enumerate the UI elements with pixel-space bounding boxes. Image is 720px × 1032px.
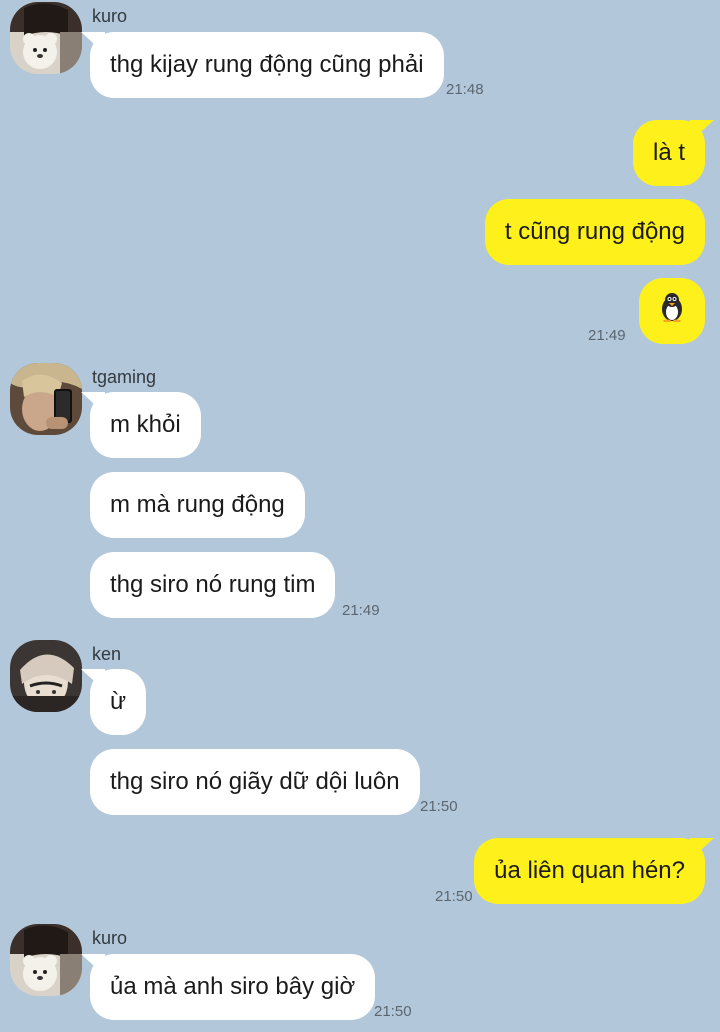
avatar-tgaming[interactable] — [10, 363, 82, 435]
message-bubble[interactable]: ừ — [90, 669, 147, 735]
message-timestamp: 21:49 — [342, 602, 380, 619]
avatar-kuro[interactable] — [10, 924, 82, 996]
message-timestamp: 21:49 — [588, 327, 626, 344]
avatar-ken[interactable] — [10, 640, 82, 712]
message-bubble[interactable]: thg siro nó giãy dữ dội luôn — [90, 749, 420, 815]
message-bubble[interactable]: m khỏi — [90, 392, 201, 458]
message-bubble[interactable]: ủa mà anh siro bây giờ — [90, 954, 376, 1020]
sender-name: kuro — [92, 6, 128, 26]
sender-name: kuro — [92, 928, 128, 948]
message-bubble-emoji[interactable] — [639, 278, 705, 344]
message-bubble[interactable]: là t — [632, 120, 705, 186]
message-timestamp: 21:50 — [435, 888, 473, 905]
message-bubble[interactable]: ủa liên quan hén? — [474, 838, 705, 904]
sender-name: tgaming — [92, 367, 157, 387]
message-timestamp: 21:50 — [374, 1003, 412, 1020]
avatar-kuro[interactable] — [10, 2, 82, 74]
message-bubble[interactable]: thg siro nó rung tim — [90, 552, 336, 618]
sender-name: ken — [92, 644, 122, 664]
message-bubble[interactable]: thg kijay rung động cũng phải — [90, 32, 444, 98]
message-timestamp: 21:50 — [420, 798, 458, 815]
penguin-icon — [659, 293, 685, 328]
message-bubble[interactable]: m mà rung động — [90, 472, 305, 538]
message-timestamp: 21:48 — [446, 81, 484, 98]
message-bubble[interactable]: t cũng rung động — [484, 199, 705, 265]
